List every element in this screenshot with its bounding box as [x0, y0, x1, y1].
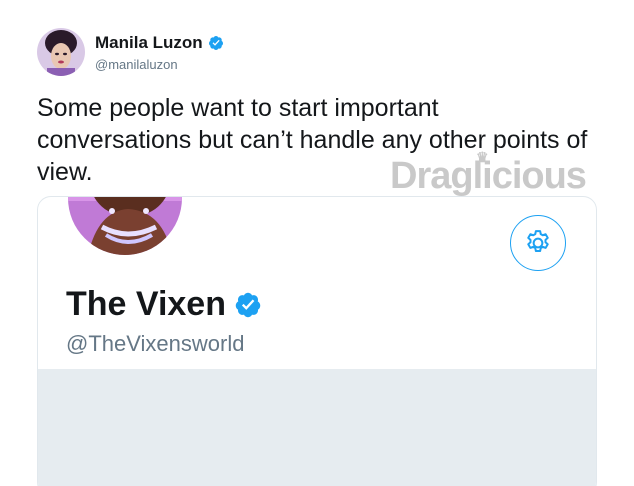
verified-badge-icon	[208, 35, 223, 50]
profile-banner	[38, 369, 596, 486]
profile-avatar[interactable]	[64, 197, 186, 259]
gear-icon	[527, 230, 549, 252]
profile-name-row: The Vixen	[66, 285, 262, 324]
profile-display-name[interactable]: The Vixen	[66, 285, 226, 324]
author-display-name[interactable]: Manila Luzon	[95, 33, 203, 53]
crown-icon: ♛	[476, 149, 489, 165]
verified-badge-icon	[235, 292, 261, 317]
tweet-header: Manila Luzon @manilaluzon	[37, 27, 224, 77]
settings-button[interactable]	[510, 215, 566, 271]
watermark-logo: Draglicious ♛	[390, 149, 587, 198]
author-handle[interactable]: @manilaluzon	[95, 57, 224, 72]
author-names: Manila Luzon @manilaluzon	[95, 33, 224, 72]
profile-handle[interactable]: @TheVixensworld	[66, 331, 244, 357]
embedded-profile-card[interactable]: The Vixen @TheVixensworld	[37, 196, 597, 486]
author-avatar[interactable]	[37, 28, 85, 76]
author-name-row: Manila Luzon	[95, 33, 224, 53]
